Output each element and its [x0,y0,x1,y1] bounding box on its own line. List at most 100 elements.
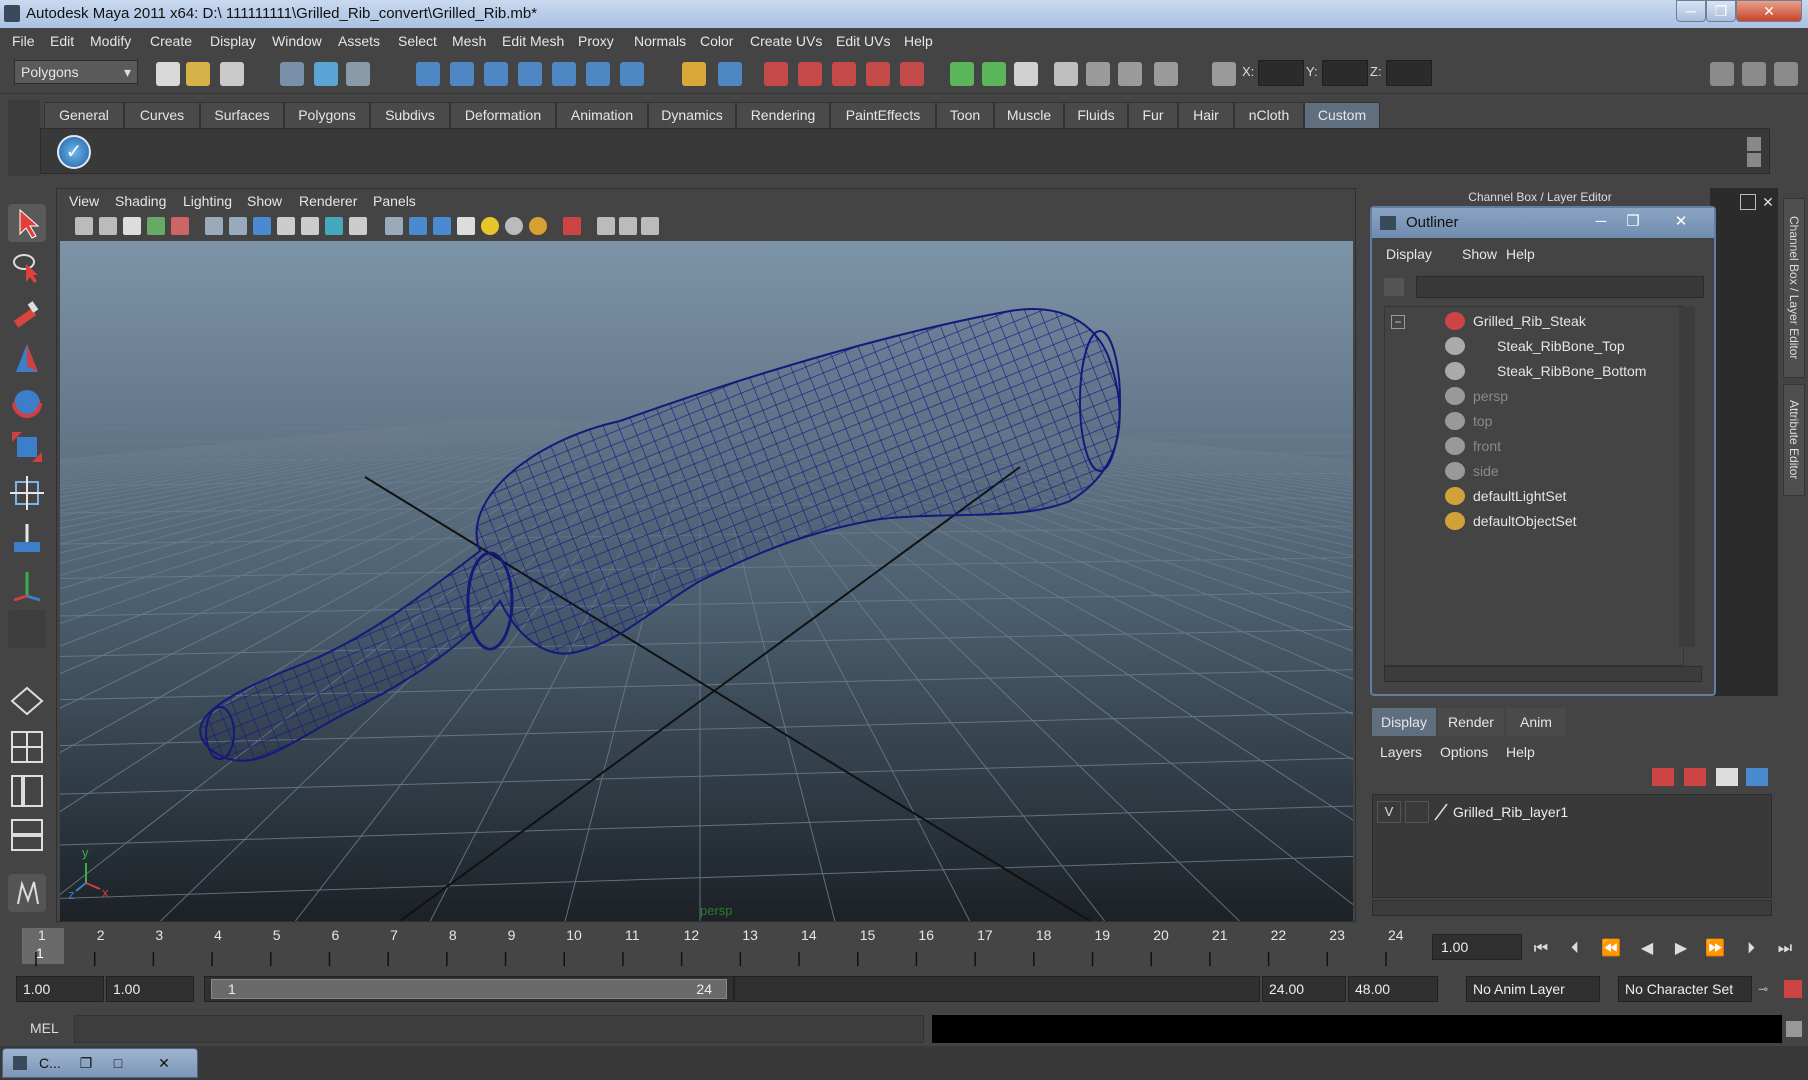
minimized-window[interactable]: C... ❐ □ ✕ [2,1048,198,1078]
shelf-tab-polygons[interactable]: Polygons [284,102,370,128]
layer-horizontal-scrollbar[interactable] [1372,900,1772,916]
menu-create-uvs[interactable]: Create UVs [750,28,822,54]
layer-menu-options[interactable]: Options [1440,744,1488,760]
outliner-item-Grilled_Rib_Steak[interactable]: Grilled_Rib_Steak [1385,309,1675,334]
side-tab-channel-box[interactable]: Channel Box / Layer Editor [1783,198,1805,378]
range-slider-track[interactable] [734,976,1260,1002]
bookmark-icon[interactable] [123,217,141,235]
x-input[interactable] [1258,60,1304,86]
maximize-icon[interactable]: □ [107,1049,129,1077]
layer-row[interactable]: V Grilled_Rib_layer1 [1377,801,1757,823]
xray-icon[interactable] [597,217,615,235]
menu-display[interactable]: Display [210,28,256,54]
shadows-icon[interactable] [529,217,547,235]
viewport-menu-panels[interactable]: Panels [373,189,416,213]
time-slider[interactable]: 1 2 3 4 5 6 7 8 9 10 11 12 13 14 15 16 17 18 19 20 21 22 23 24 1 [16,924,1430,966]
outliner-item-persp[interactable]: persp [1385,384,1675,409]
shelf-tab-custom[interactable]: Custom [1304,102,1380,128]
shelf-tab-hair[interactable]: Hair [1178,102,1234,128]
animation-preferences-icon[interactable] [1784,980,1802,998]
snap-surface-icon[interactable] [552,62,576,86]
default-lighting-icon[interactable] [481,217,499,235]
filter-menu-icon[interactable] [1384,278,1404,296]
textured-icon[interactable] [457,217,475,235]
current-time-field[interactable]: 1.00 [1432,934,1522,960]
scene-canvas[interactable]: y x z persp [60,241,1353,921]
menu-modify[interactable]: Modify [90,28,131,54]
play-backwards-icon[interactable]: ◀ [1636,940,1658,958]
move-layer-up-icon[interactable] [1652,768,1674,786]
history-icon[interactable] [764,62,788,86]
safe-title-icon[interactable] [349,217,367,235]
range-slider-bar[interactable]: 1 24 [211,979,727,999]
character-set-dropdown[interactable]: No Character Set [1618,976,1752,1002]
outliner-window[interactable]: Outliner ─ ❐ ✕ Display Show Help − Grill… [1370,206,1716,696]
shelf-tab-dynamics[interactable]: Dynamics [648,102,736,128]
shelf-tab-fluids[interactable]: Fluids [1064,102,1128,128]
four-view-layout-icon[interactable] [8,728,46,766]
single-perspective-layout-icon[interactable] [8,682,46,720]
lasso-tool-icon[interactable] [8,248,46,286]
menu-assets[interactable]: Assets [338,28,380,54]
rotate-tool-icon[interactable] [8,384,46,422]
go-to-start-icon[interactable]: ⏮ [1530,940,1552,958]
menu-file[interactable]: File [12,28,35,54]
shelf-tab-fur[interactable]: Fur [1128,102,1178,128]
menu-select[interactable]: Select [398,28,437,54]
persp-outliner-layout-icon[interactable] [8,772,46,810]
menu-help[interactable]: Help [904,28,933,54]
shelf-tab-ncloth[interactable]: nCloth [1234,102,1304,128]
snap-point-icon[interactable] [484,62,508,86]
layer-playback-toggle[interactable] [1405,801,1429,823]
shelf-menu-handle[interactable] [8,100,40,176]
render-current-icon[interactable] [950,62,974,86]
mel-command-input[interactable] [74,1015,924,1043]
menu-mesh[interactable]: Mesh [452,28,486,54]
y-input[interactable] [1322,60,1368,86]
smooth-shading-icon[interactable] [409,217,427,235]
layer-menu-help[interactable]: Help [1506,744,1535,760]
output-ops-icon[interactable] [866,62,890,86]
lock-icon[interactable] [682,62,706,86]
universal-manipulator-icon[interactable] [8,474,46,512]
restore-icon[interactable]: ❐ [75,1049,97,1077]
isolate-select-icon[interactable] [563,217,581,235]
tool-settings-toggle-icon[interactable] [1118,62,1142,86]
layer-menu-layers[interactable]: Layers [1380,744,1422,760]
snap-plane-icon[interactable] [518,62,542,86]
scale-tool-icon[interactable] [8,428,46,466]
shelf-tab-rendering[interactable]: Rendering [736,102,830,128]
move-tool-icon[interactable] [8,340,46,378]
paint-select-tool-icon[interactable] [8,294,46,332]
hud-icon[interactable] [641,217,659,235]
move-layer-down-icon[interactable] [1684,768,1706,786]
ipr-icon[interactable] [900,62,924,86]
gate-mask-icon[interactable] [277,217,295,235]
close-panel-icon[interactable]: ✕ [1760,194,1776,210]
range-slider[interactable]: 1 24 [204,976,734,1002]
outliner-maximize-button[interactable]: ❐ [1618,212,1648,232]
menu-proxy[interactable]: Proxy [578,28,614,54]
xray-joints-icon[interactable] [619,217,637,235]
outliner-horizontal-scrollbar[interactable] [1384,666,1702,682]
snap-live-icon[interactable] [586,62,610,86]
outliner-item-front[interactable]: front [1385,434,1675,459]
shelf-tab-deformation[interactable]: Deformation [450,102,556,128]
wireframe-shading-icon[interactable] [385,217,403,235]
script-editor-icon[interactable] [1786,1021,1802,1037]
two-d-pan-zoom-icon[interactable] [171,217,189,235]
layer-visibility-toggle[interactable]: V [1377,801,1401,823]
film-gate-icon[interactable] [229,217,247,235]
hypershade-layout-icon[interactable] [8,874,46,912]
shelf-scroll-up-icon[interactable] [1747,137,1761,151]
auto-key-icon[interactable]: ⊸ [1758,982,1778,996]
shelf-tab-general[interactable]: General [44,102,124,128]
shelf-tab-toon[interactable]: Toon [936,102,994,128]
input-ops-icon[interactable] [832,62,856,86]
snap-help-icon[interactable] [620,62,644,86]
attribute-editor-toggle-icon[interactable] [1710,62,1734,86]
minimize-button[interactable]: ─ [1676,0,1706,22]
select-tool-icon[interactable] [8,204,46,242]
camera-attributes-icon[interactable] [99,217,117,235]
viewport-menu-renderer[interactable]: Renderer [299,189,357,213]
